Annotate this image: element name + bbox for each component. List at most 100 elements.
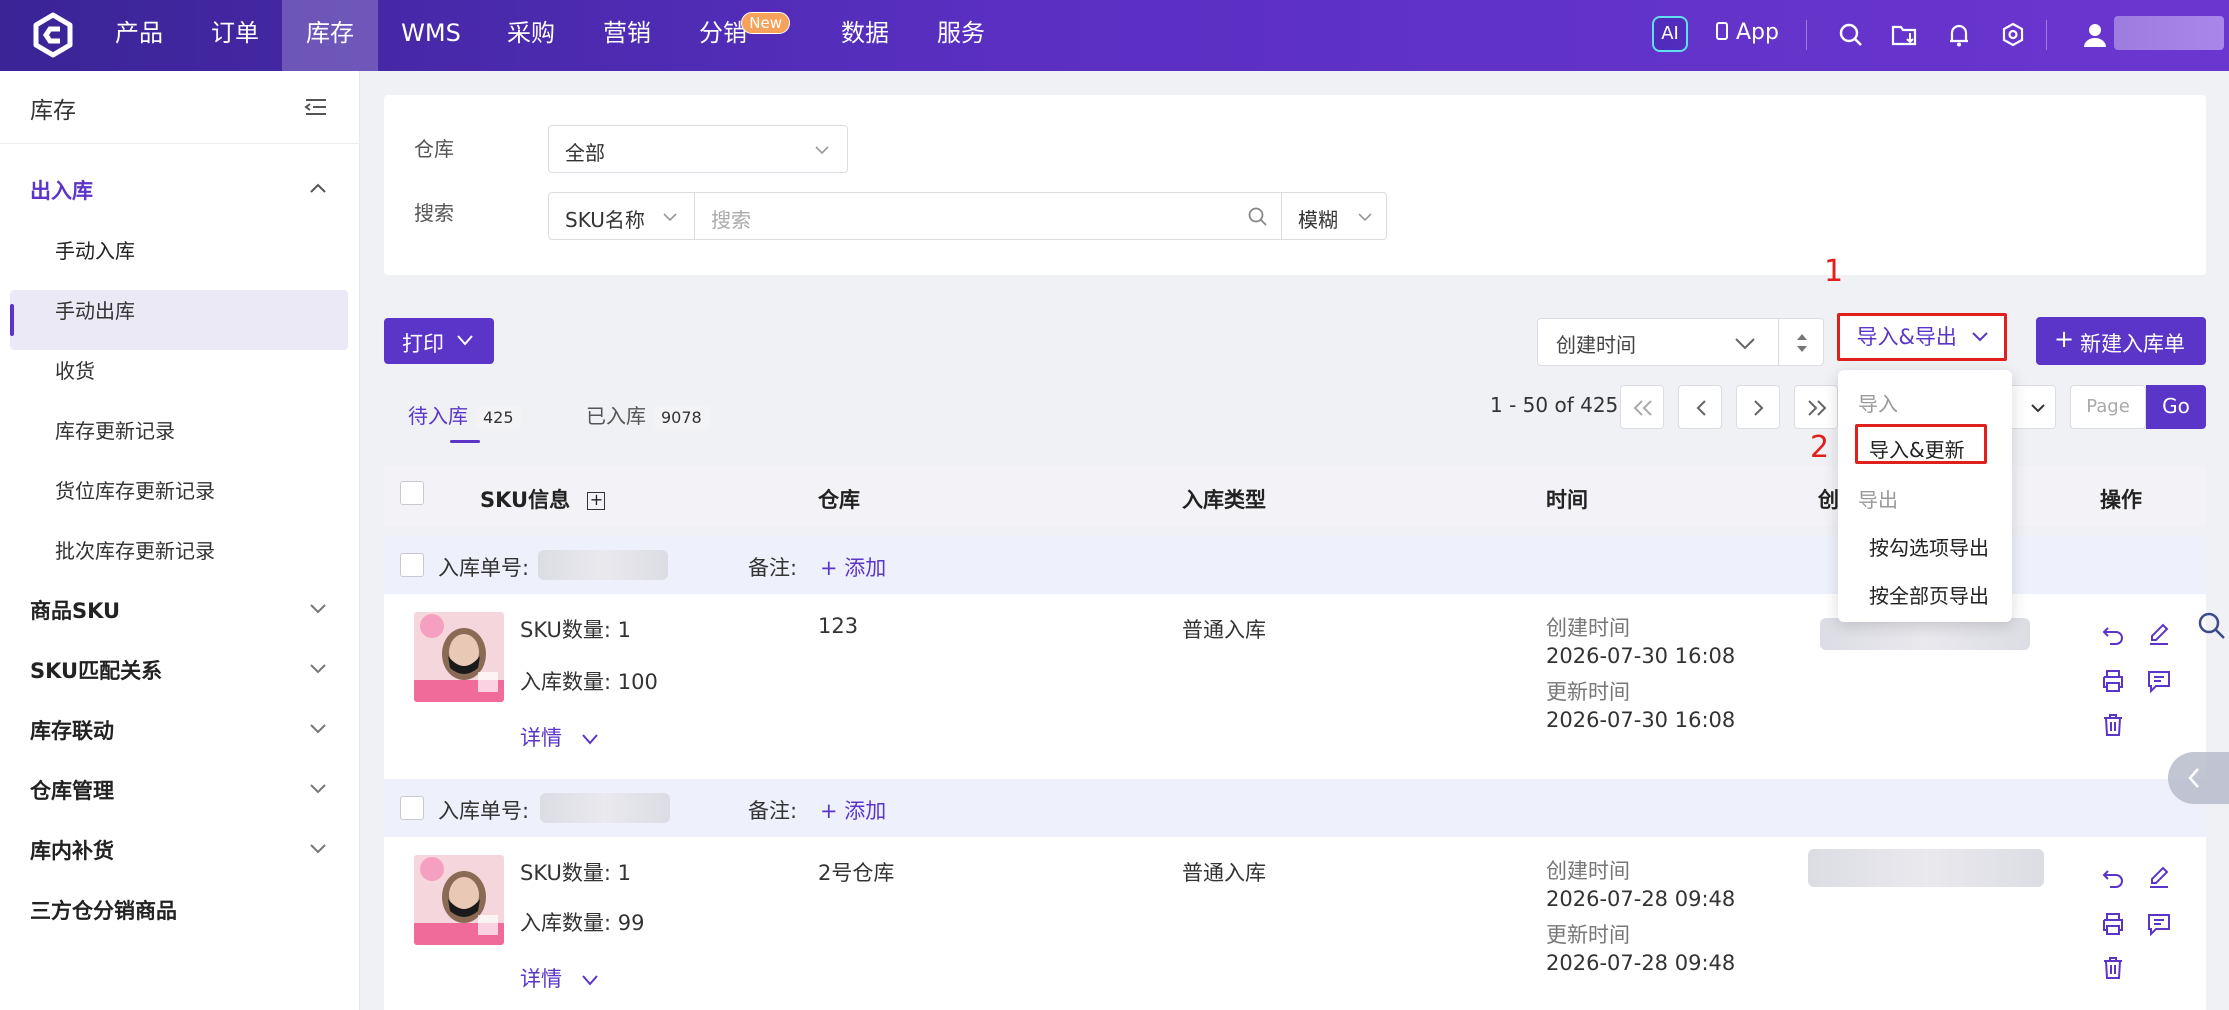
search-input[interactable]: 搜索: [694, 192, 1282, 240]
undo-icon[interactable]: [2100, 865, 2126, 891]
warehouse-value: 2号仓库: [818, 861, 895, 885]
chevron-down-icon[interactable]: [308, 721, 328, 735]
edit-icon[interactable]: [2146, 865, 2172, 891]
nav-orders[interactable]: 订单: [196, 0, 274, 71]
sidebar-group-replenishment[interactable]: 库内补货: [30, 835, 114, 865]
print-icon[interactable]: [2100, 911, 2126, 937]
chevron-down-icon[interactable]: [308, 601, 328, 615]
order-checkbox[interactable]: [400, 796, 424, 820]
app-button[interactable]: App: [1716, 0, 1779, 71]
sidebar-item-receiving[interactable]: 收货: [55, 355, 95, 384]
sidebar-item-location-stock-log[interactable]: 货位库存更新记录: [55, 475, 215, 504]
print-button[interactable]: 打印: [384, 318, 494, 364]
logo-icon[interactable]: [30, 12, 76, 58]
side-panel-toggle[interactable]: [2168, 752, 2229, 804]
last-page-button[interactable]: [1794, 385, 1838, 429]
go-button[interactable]: Go: [2146, 385, 2206, 429]
order-number-redacted: [540, 793, 670, 823]
add-remark-link[interactable]: + 添加: [820, 552, 886, 582]
chevron-up-icon[interactable]: [308, 181, 328, 195]
settings-icon[interactable]: [1998, 20, 2028, 50]
sidebar-group-sku[interactable]: 商品SKU: [30, 595, 120, 625]
import-export-label: 导入&导出: [1856, 325, 1957, 349]
first-page-button[interactable]: [1620, 385, 1664, 429]
sidebar-group-sku-mapping[interactable]: SKU匹配关系: [30, 655, 162, 685]
tab-pending-count: 425: [476, 406, 521, 429]
nav-inventory[interactable]: 库存: [282, 0, 378, 71]
tab-completed-label: 已入库: [586, 404, 646, 428]
nav-wms[interactable]: WMS: [392, 0, 470, 71]
warehouse-select[interactable]: 全部: [548, 125, 848, 173]
inbound-type-value: 普通入库: [1182, 618, 1266, 642]
menu-item-export-all[interactable]: 按全部页导出: [1869, 580, 1989, 609]
search-field-select[interactable]: SKU名称: [548, 192, 695, 240]
sidebar-item-stock-update-log[interactable]: 库存更新记录: [55, 415, 175, 444]
menu-item-export-selected[interactable]: 按勾选项导出: [1869, 532, 1989, 561]
select-all-checkbox[interactable]: [400, 481, 424, 505]
nav-service[interactable]: 服务: [922, 0, 1000, 71]
username-redacted[interactable]: [2114, 16, 2224, 50]
created-time-label: 创建时间: [1546, 616, 1630, 640]
next-page-button[interactable]: [1736, 385, 1780, 429]
sidebar-group-warehouse-mgmt[interactable]: 仓库管理: [30, 775, 114, 805]
nav-products[interactable]: 产品: [100, 0, 178, 71]
sidebar-divider: [0, 143, 360, 144]
sidebar-item-batch-stock-log[interactable]: 批次库存更新记录: [55, 535, 215, 564]
product-thumbnail[interactable]: [414, 612, 504, 702]
nav-distribution[interactable]: 分销 New: [684, 0, 790, 71]
sort-order-icon[interactable]: [1793, 331, 1811, 355]
chevron-down-icon: [581, 975, 598, 986]
sidebar-item-manual-outbound[interactable]: 手动出库: [55, 295, 135, 324]
bell-icon[interactable]: [1944, 20, 1974, 50]
sidebar-item-manual-inbound[interactable]: 手动入库: [55, 235, 135, 264]
chevron-down-icon[interactable]: [308, 781, 328, 795]
search-icon[interactable]: [1247, 206, 1269, 228]
nav-distribution-label: 分销: [699, 19, 747, 47]
undo-icon[interactable]: [2100, 622, 2126, 648]
details-toggle[interactable]: 详情: [520, 963, 599, 993]
filter-panel: 仓库 全部 搜索 SKU名称 搜索 模糊: [384, 95, 2206, 275]
chevron-down-icon[interactable]: [308, 661, 328, 675]
sidebar-group-stock-sync[interactable]: 库存联动: [30, 715, 114, 745]
ai-button[interactable]: AI: [1652, 16, 1688, 52]
chevron-left-icon: [1696, 400, 1706, 416]
tab-completed-count: 9078: [654, 406, 709, 429]
header-warehouse: 仓库: [818, 488, 860, 512]
nav-marketing[interactable]: 营销: [588, 0, 666, 71]
created-time-value: 2026-07-28 09:48: [1546, 887, 1736, 911]
nav-data[interactable]: 数据: [826, 0, 904, 71]
chevron-down-icon: [1735, 338, 1755, 350]
search-icon[interactable]: [2196, 610, 2228, 642]
page-number-input[interactable]: Page: [2070, 385, 2146, 429]
delete-icon[interactable]: [2100, 955, 2126, 981]
match-mode-select[interactable]: 模糊: [1281, 192, 1387, 240]
sort-select[interactable]: 创建时间: [1537, 318, 1824, 366]
print-icon[interactable]: [2100, 668, 2126, 694]
new-inbound-button[interactable]: + 新建入库单: [2036, 317, 2206, 365]
menu-item-import-update[interactable]: 导入&更新: [1869, 434, 1965, 463]
search-icon[interactable]: [1836, 20, 1866, 50]
chevron-down-icon[interactable]: [308, 841, 328, 855]
tab-pending[interactable]: 待入库 425: [408, 400, 521, 429]
add-remark-link[interactable]: + 添加: [820, 795, 886, 825]
collapse-sidebar-icon[interactable]: [304, 97, 328, 117]
expand-plus-icon[interactable]: +: [587, 492, 606, 510]
comment-icon[interactable]: [2146, 668, 2172, 694]
folder-download-icon[interactable]: [1890, 20, 1920, 50]
comment-icon[interactable]: [2146, 911, 2172, 937]
delete-icon[interactable]: [2100, 712, 2126, 738]
product-thumbnail[interactable]: [414, 855, 504, 945]
order-checkbox[interactable]: [400, 553, 424, 577]
prev-page-button[interactable]: [1678, 385, 1722, 429]
nav-purchase[interactable]: 采购: [492, 0, 570, 71]
details-toggle[interactable]: 详情: [520, 722, 599, 752]
table-row: SKU数量: 1 入库数量: 99 详情 2号仓库 普通入库 创建时间 2026…: [384, 837, 2206, 1010]
edit-icon[interactable]: [2146, 622, 2172, 648]
user-icon[interactable]: [2080, 20, 2110, 50]
import-export-button[interactable]: 导入&导出: [1837, 313, 2007, 361]
sidebar-group-inout[interactable]: 出入库: [30, 175, 93, 205]
sidebar-group-3pl-products[interactable]: 三方仓分销商品: [30, 895, 177, 925]
updated-time-label: 更新时间: [1546, 680, 1630, 704]
double-chevron-left-icon: [1633, 400, 1652, 416]
tab-completed[interactable]: 已入库 9078: [586, 400, 709, 429]
